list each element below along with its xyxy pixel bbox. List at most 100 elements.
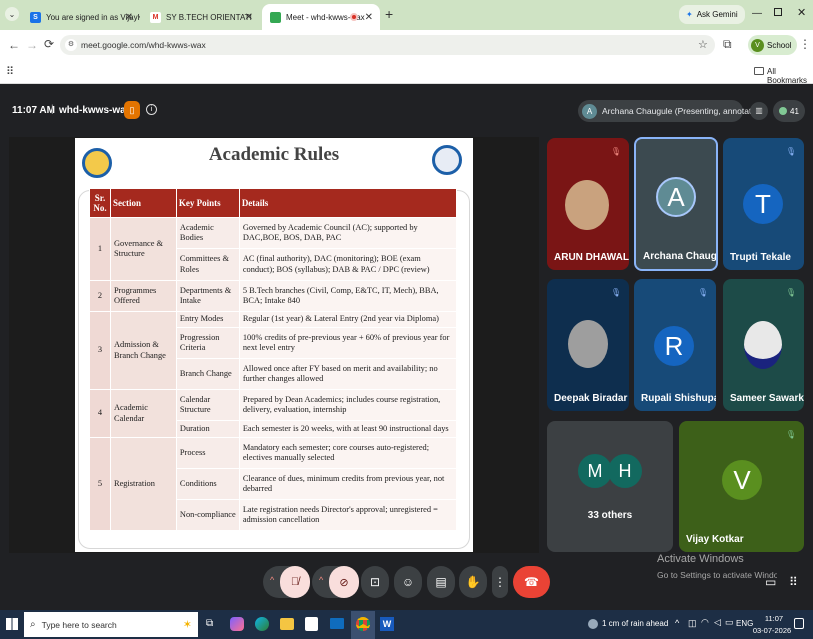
apps-icon[interactable]: ⠿ xyxy=(6,65,14,78)
row-section: Programmes Offered xyxy=(109,280,177,312)
row-detail: 5 B.Tech branches (Civil, Comp, E&TC, IT… xyxy=(238,280,458,312)
windows-taskbar: ⌕ Type here to search ✶ ⧉ W 1 cm of rain… xyxy=(0,610,813,639)
signin-icon: S xyxy=(30,11,41,23)
mic-off-button[interactable]: 🎙̸ xyxy=(280,566,310,598)
profile-button[interactable]: V School xyxy=(748,35,798,55)
windows-start-icon[interactable] xyxy=(6,618,18,630)
row-detail: Regular (1st year) & Lateral Entry (2nd … xyxy=(238,311,458,328)
academic-rules-table: Sr. No. Section Key Points Details 1 Gov… xyxy=(89,188,458,531)
language-indicator[interactable]: ENG xyxy=(736,619,753,628)
star-icon[interactable]: ☆ xyxy=(698,38,708,51)
folder-icon xyxy=(754,67,764,75)
others-tile[interactable]: M H 33 others xyxy=(547,421,673,552)
wifi-icon[interactable]: ◠ xyxy=(701,617,709,628)
tab-orientation[interactable]: M SY B.TECH ORIENTATION MEET ✕ xyxy=(142,4,260,30)
file-explorer-icon[interactable] xyxy=(280,618,294,630)
back-icon[interactable]: ← xyxy=(8,38,20,52)
participant-tile[interactable]: T 🎙 Trupti Tekale xyxy=(723,138,804,270)
forward-icon[interactable]: → xyxy=(26,38,38,52)
notification-icon[interactable] xyxy=(794,618,804,629)
stop-presenting-icon[interactable]: ▥ xyxy=(750,102,768,120)
close-icon[interactable]: ✕ xyxy=(365,12,373,23)
clock-date[interactable]: 03-07-2026 xyxy=(752,626,792,635)
chevron-up-icon[interactable]: ^ xyxy=(319,575,323,585)
mic-control-group: ^ 🎙̸ xyxy=(263,566,310,598)
battery-icon[interactable]: ▭ xyxy=(725,617,734,628)
clock-time[interactable]: 11:07 xyxy=(760,614,788,623)
row-key-point: Entry Modes xyxy=(175,311,240,328)
tab-signin[interactable]: S You are signed in as VijayKotkar ✕ xyxy=(22,4,140,30)
extensions-icon[interactable]: ⧉ xyxy=(723,37,732,52)
weather-icon xyxy=(588,619,598,629)
participant-tile[interactable]: V 🎙 Vijay Kotkar xyxy=(679,421,804,552)
header-details: Details xyxy=(238,188,458,218)
chevron-up-icon[interactable]: ^ xyxy=(270,575,274,585)
minimize-icon[interactable]: — xyxy=(752,8,762,19)
row-number: 2 xyxy=(89,280,111,312)
row-number: 3 xyxy=(89,311,111,390)
menu-icon[interactable]: ⋮ xyxy=(799,37,811,51)
table-row: 2 Programmes Offered Departments & Intak… xyxy=(89,280,458,312)
more-options-button[interactable]: ⋮ xyxy=(492,566,508,598)
row-detail: 100% credits of pre-previous year + 60% … xyxy=(238,327,458,359)
row-key-point: Process xyxy=(175,437,240,469)
new-tab-button[interactable]: + xyxy=(385,6,393,22)
reactions-button[interactable]: ☺ xyxy=(394,566,422,598)
tab-bar: ⌄ S You are signed in as VijayKotkar ✕ M… xyxy=(0,0,813,30)
store-icon[interactable] xyxy=(305,617,318,631)
task-view-icon[interactable]: ⧉ xyxy=(206,618,213,629)
close-icon[interactable]: ✕ xyxy=(125,12,133,23)
participant-tile[interactable]: 🎙 ARUN DHAWALE xyxy=(547,138,629,270)
camera-off-button[interactable]: ⊘ xyxy=(329,566,359,598)
url-input[interactable]: ⚙ meet.google.com/whd-kwws-wax ☆ xyxy=(60,35,715,55)
copilot-icon[interactable] xyxy=(230,617,244,631)
participant-tile[interactable]: A Archana Chaug... xyxy=(634,137,718,271)
all-bookmarks-link[interactable]: All Bookmarks xyxy=(767,67,813,85)
participant-tile[interactable]: 🎙 Deepak Biradar xyxy=(547,279,629,411)
row-detail: Governed by Academic Council (AC); suppo… xyxy=(238,217,458,249)
row-section: Registration xyxy=(109,437,177,531)
profile-avatar: V xyxy=(751,38,764,52)
participant-tile[interactable]: 🎙 Sameer Sawark... xyxy=(723,279,804,411)
reload-icon[interactable]: ⟳ xyxy=(44,37,54,51)
chat-icon[interactable]: ▭ xyxy=(765,575,776,589)
profile-label: School xyxy=(767,40,792,50)
meeting-time: 11:07 AM xyxy=(12,105,55,116)
tray-chevron-icon[interactable]: ^ xyxy=(675,618,679,628)
edge-icon[interactable] xyxy=(255,617,269,631)
tab-search-button[interactable]: ⌄ xyxy=(5,7,19,21)
search-placeholder: Type here to search xyxy=(41,619,117,630)
weather-text[interactable]: 1 cm of rain ahead xyxy=(602,619,668,628)
leave-call-button[interactable]: ☎ xyxy=(513,566,550,598)
ask-gemini-button[interactable]: ✦ Ask Gemini xyxy=(679,5,745,24)
participant-tile[interactable]: R 🎙 Rupali Shishupal xyxy=(634,279,716,411)
meeting-info-icon[interactable]: i xyxy=(146,104,157,115)
participant-count: 41 xyxy=(790,106,799,116)
captions-button[interactable]: ▤ xyxy=(427,566,455,598)
slide-title: Academic Rules xyxy=(208,144,340,165)
participants-button[interactable]: 41 xyxy=(773,100,805,122)
tab-meet[interactable]: Meet - whd-kwws-wax ✕ xyxy=(262,4,380,30)
mail-icon[interactable] xyxy=(330,618,344,629)
activities-icon[interactable]: ⠿ xyxy=(789,575,798,589)
activate-windows-subtitle: Go to Settings to activate Windows. xyxy=(657,570,777,580)
word-icon[interactable]: W xyxy=(380,617,394,631)
close-window-icon[interactable]: ✕ xyxy=(797,6,806,19)
others-count: 33 others xyxy=(587,510,633,521)
presenter-chip[interactable]: A Archana Chaugule (Presenting, annotati… xyxy=(578,100,766,122)
raise-hand-button[interactable]: ✋ xyxy=(459,566,487,598)
participant-name: Rupali Shishupal xyxy=(641,393,716,404)
restore-icon[interactable] xyxy=(774,8,782,16)
present-button[interactable]: ⊡ xyxy=(361,566,389,598)
network-icon[interactable]: ◫ xyxy=(688,618,697,629)
row-number: 4 xyxy=(89,389,111,438)
close-icon[interactable]: ✕ xyxy=(245,12,253,23)
taskbar-search-input[interactable]: ⌕ Type here to search ✶ xyxy=(24,612,198,637)
host-controls-icon[interactable]: ▯ xyxy=(124,101,140,119)
site-info-icon[interactable]: ⚙ xyxy=(65,39,77,51)
recording-icon xyxy=(350,13,358,21)
participant-name: Trupti Tekale xyxy=(730,252,791,263)
volume-icon[interactable]: ◁ xyxy=(714,617,721,628)
row-key-point: Branch Change xyxy=(175,358,240,390)
row-section: Governance & Structure xyxy=(109,217,177,281)
